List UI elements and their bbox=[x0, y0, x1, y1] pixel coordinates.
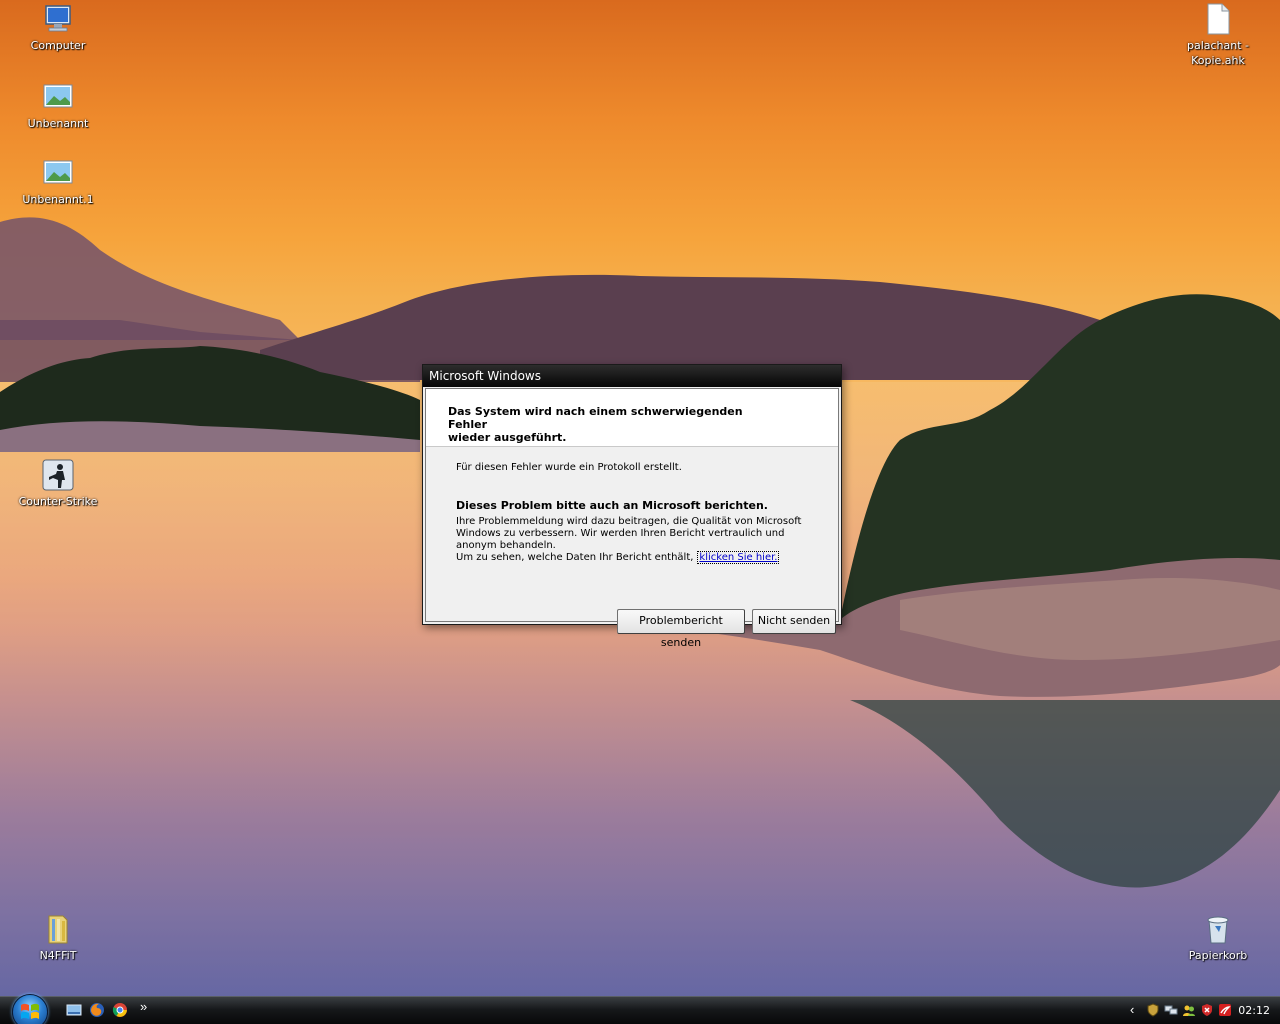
dont-send-button[interactable]: Nicht senden bbox=[752, 609, 836, 634]
desktop-icon-n4ffit[interactable]: N4FFiT bbox=[8, 912, 108, 963]
taskbar-clock[interactable]: 02:12 bbox=[1238, 1004, 1270, 1017]
desktop-icon-papierkorb[interactable]: Papierkorb bbox=[1168, 912, 1268, 963]
dialog-titlebar[interactable]: Microsoft Windows bbox=[423, 365, 841, 387]
dialog-body: Ihre Problemmeldung wird dazu beitragen,… bbox=[456, 516, 802, 564]
desktop-icon-label-line2: Kopie.ahk bbox=[1191, 54, 1245, 67]
system-tray: ‹ 02:12 bbox=[1130, 997, 1280, 1024]
recycle-bin-icon bbox=[1207, 916, 1229, 944]
desktop-icon-label: Papierkorb bbox=[1188, 949, 1248, 962]
error-report-dialog: Microsoft Windows Das System wird nach e… bbox=[422, 364, 842, 649]
computer-icon bbox=[45, 5, 71, 32]
dialog-body-line: Windows zu verbessern. Wir werden Ihren … bbox=[456, 528, 785, 539]
desktop-icon-computer[interactable]: Computer bbox=[8, 2, 108, 53]
dialog-content: Das System wird nach einem schwerwiegend… bbox=[425, 388, 839, 649]
dialog-body-line: Um zu sehen, welche Daten Ihr Bericht en… bbox=[456, 552, 694, 563]
dialog-body-last-line: Um zu sehen, welche Daten Ihr Bericht en… bbox=[456, 551, 796, 564]
dialog-header: Das System wird nach einem schwerwiegend… bbox=[426, 389, 838, 447]
desktop-icon-counter-strike[interactable]: Counter-Strike bbox=[8, 458, 108, 509]
dialog-body-line: Ihre Problemmeldung wird dazu beitragen,… bbox=[456, 516, 802, 527]
desktop-icon-palachant-kopie[interactable]: palachant - Kopie.ahk bbox=[1168, 2, 1268, 68]
show-desktop-icon[interactable] bbox=[66, 1002, 82, 1018]
dialog-heading-line2: wieder ausgeführt. bbox=[448, 431, 567, 444]
desktop-icon-label: Computer bbox=[30, 39, 86, 52]
dialog-title: Microsoft Windows bbox=[429, 369, 541, 383]
quick-launch-more-button[interactable]: » bbox=[140, 999, 147, 1014]
desktop-icon-label: N4FFiT bbox=[39, 949, 77, 962]
windows-logo-icon bbox=[21, 1003, 39, 1019]
folder-icon bbox=[48, 915, 68, 944]
dialog-info-text: Für diesen Fehler wurde ein Protokoll er… bbox=[456, 462, 682, 473]
dialog-subheading: Dieses Problem bitte auch an Microsoft b… bbox=[456, 499, 768, 512]
firefox-icon[interactable] bbox=[89, 1002, 105, 1018]
users-icon[interactable] bbox=[1182, 1003, 1196, 1017]
dialog-heading: Das System wird nach einem schwerwiegend… bbox=[448, 405, 778, 444]
counter-strike-icon bbox=[42, 459, 74, 491]
tray-expand-button[interactable]: ‹ bbox=[1130, 1002, 1134, 1017]
desktop-icon-label: Unbenannt bbox=[27, 117, 89, 130]
security-alert-icon[interactable] bbox=[1200, 1003, 1214, 1017]
network-icon[interactable] bbox=[1164, 1003, 1178, 1017]
dialog-heading-line1: Das System wird nach einem schwerwiegend… bbox=[448, 405, 743, 431]
desktop-icon-label-line1: palachant - bbox=[1186, 39, 1250, 52]
desktop-icon-label: Unbenannt.1 bbox=[22, 193, 94, 206]
desktop-icon-label: Counter-Strike bbox=[18, 495, 98, 508]
start-button[interactable] bbox=[12, 994, 48, 1024]
antivirus-icon[interactable] bbox=[1218, 1003, 1232, 1017]
chrome-icon[interactable] bbox=[112, 1002, 128, 1018]
desktop-icon-unbenannt-1[interactable]: Unbenannt.1 bbox=[8, 156, 108, 207]
view-report-data-link[interactable]: klicken Sie hier. bbox=[697, 551, 780, 564]
send-report-button[interactable]: Problembericht senden bbox=[617, 609, 745, 649]
image-file-icon bbox=[43, 84, 73, 108]
taskbar: » ‹ 02:12 bbox=[0, 994, 1280, 1024]
image-file-icon bbox=[43, 160, 73, 184]
desktop: Computer Unbenannt Unbenannt.1 Counter-S… bbox=[0, 0, 1280, 996]
shield-icon[interactable] bbox=[1146, 1003, 1160, 1017]
desktop-icon-unbenannt[interactable]: Unbenannt bbox=[8, 80, 108, 131]
document-icon bbox=[1207, 3, 1230, 35]
